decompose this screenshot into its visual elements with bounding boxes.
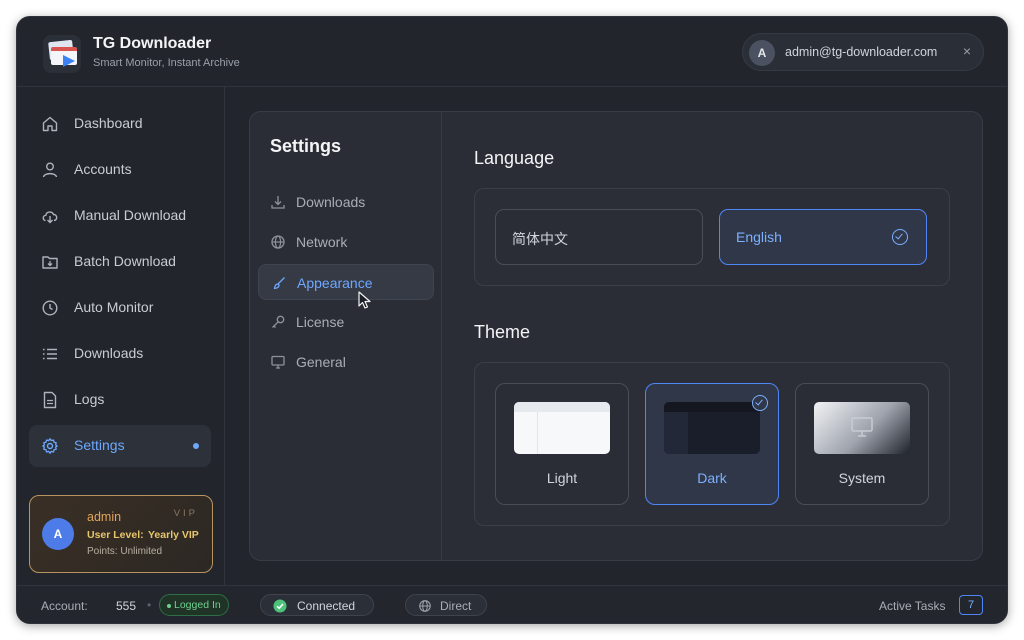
user-account-chip[interactable]: A admin@tg-downloader.com × <box>742 33 984 71</box>
dark-theme-preview <box>664 402 760 454</box>
theme-options-group: Light Dark System <box>474 362 950 526</box>
settings-tab-label: Downloads <box>296 194 366 210</box>
user-points: Points: Unlimited <box>87 546 163 557</box>
language-option-label: 简体中文 <box>512 231 568 247</box>
close-icon[interactable]: × <box>963 43 971 59</box>
user-vip-card[interactable]: A admin VIP User Level: Yearly VIP Point… <box>29 495 213 573</box>
settings-tab-license[interactable]: License <box>258 304 434 340</box>
sidebar-item-auto-monitor[interactable]: Auto Monitor <box>29 287 211 329</box>
app-logo-icon <box>43 35 81 73</box>
settings-nav: Settings Downloads Network Appearance Li… <box>250 112 442 560</box>
language-option-label: English <box>736 229 782 245</box>
monitor-icon <box>851 417 873 437</box>
sidebar-item-label: Logs <box>74 391 105 407</box>
app-header: TG Downloader Smart Monitor, Instant Arc… <box>17 17 1007 87</box>
settings-tab-downloads[interactable]: Downloads <box>258 184 434 220</box>
user-email: admin@tg-downloader.com <box>785 45 938 59</box>
file-icon <box>43 391 57 409</box>
user-level-label: User Level: <box>87 529 144 541</box>
sidebar-item-label: Settings <box>74 437 125 453</box>
user-avatar: A <box>749 40 775 66</box>
theme-option-dark[interactable]: Dark <box>645 383 779 505</box>
connection-status[interactable]: Connected <box>260 594 374 616</box>
check-icon <box>892 229 908 245</box>
settings-tab-appearance[interactable]: Appearance <box>258 264 434 300</box>
clock-icon <box>42 300 58 316</box>
gear-icon <box>42 438 58 454</box>
status-dot <box>167 604 171 608</box>
light-theme-preview <box>514 402 610 454</box>
app-subtitle: Smart Monitor, Instant Archive <box>93 57 240 69</box>
language-option-en[interactable]: English <box>719 209 927 265</box>
theme-option-label: System <box>838 470 886 486</box>
sidebar-item-accounts[interactable]: Accounts <box>29 149 211 191</box>
cloud-download-icon <box>42 211 58 224</box>
settings-tab-label: Network <box>296 234 348 250</box>
account-count: 555 <box>116 599 137 613</box>
app-window: TG Downloader Smart Monitor, Instant Arc… <box>16 16 1008 624</box>
folder-download-icon <box>42 256 58 269</box>
vip-badge: VIP <box>173 508 198 519</box>
settings-panel: Settings Downloads Network Appearance Li… <box>249 111 983 561</box>
globe-icon <box>419 600 431 612</box>
user-icon <box>42 162 58 178</box>
sidebar-item-dashboard[interactable]: Dashboard <box>29 103 211 145</box>
active-indicator-dot <box>193 443 199 449</box>
app-title: TG Downloader <box>93 35 212 52</box>
settings-title: Settings <box>270 136 342 156</box>
sidebar-item-label: Downloads <box>74 345 144 361</box>
theme-option-light[interactable]: Light <box>495 383 629 505</box>
settings-tab-label: General <box>296 354 346 370</box>
key-icon <box>272 315 285 328</box>
sidebar-item-label: Manual Download <box>74 207 187 223</box>
brush-icon <box>273 277 285 290</box>
account-label: Account: <box>41 599 88 613</box>
sidebar-item-settings[interactable]: Settings <box>29 425 211 467</box>
check-icon <box>752 395 768 411</box>
theme-section-title: Theme <box>474 322 531 342</box>
system-theme-preview <box>814 402 910 454</box>
theme-option-system[interactable]: System <box>795 383 929 505</box>
download-icon <box>271 196 285 209</box>
settings-tab-network[interactable]: Network <box>258 224 434 260</box>
settings-tab-general[interactable]: General <box>258 344 434 380</box>
language-section-title: Language <box>474 148 555 168</box>
sidebar-item-downloads[interactable]: Downloads <box>29 333 211 375</box>
sidebar-item-label: Batch Download <box>74 253 176 269</box>
connection-label: Connected <box>297 599 356 613</box>
active-tasks-label: Active Tasks <box>879 599 946 613</box>
user-name: admin <box>87 510 122 524</box>
logged-in-badge: Logged In <box>159 594 229 616</box>
settings-tab-label: License <box>296 314 345 330</box>
theme-option-label: Dark <box>697 470 727 486</box>
proxy-mode[interactable]: Direct <box>405 594 487 616</box>
logged-in-label: Logged In <box>174 599 221 611</box>
monitor-icon <box>271 355 285 369</box>
home-icon <box>42 116 58 132</box>
sidebar-item-label: Accounts <box>74 161 132 177</box>
check-circle-icon <box>273 599 287 613</box>
list-icon <box>42 348 57 360</box>
language-options-group: 简体中文 English <box>474 188 950 286</box>
language-option-zh[interactable]: 简体中文 <box>495 209 703 265</box>
sidebar-item-label: Auto Monitor <box>74 299 154 315</box>
sidebar: Dashboard Accounts Manual Download Batch… <box>17 87 225 585</box>
user-level-value: Yearly VIP <box>148 529 199 541</box>
sidebar-item-logs[interactable]: Logs <box>29 379 211 421</box>
active-tasks-count[interactable]: 7 <box>959 595 983 615</box>
settings-tab-label: Appearance <box>297 275 373 291</box>
sidebar-item-manual-download[interactable]: Manual Download <box>29 195 211 237</box>
proxy-label: Direct <box>440 599 472 613</box>
sidebar-item-label: Dashboard <box>74 115 143 131</box>
globe-icon <box>271 235 285 249</box>
theme-option-label: Light <box>546 470 578 486</box>
status-bar: Account: 555 • Logged In Connected Direc… <box>17 585 1007 623</box>
avatar: A <box>42 518 74 550</box>
sidebar-item-batch-download[interactable]: Batch Download <box>29 241 211 283</box>
separator-dot: • <box>147 598 152 612</box>
mouse-cursor-icon <box>358 291 371 309</box>
